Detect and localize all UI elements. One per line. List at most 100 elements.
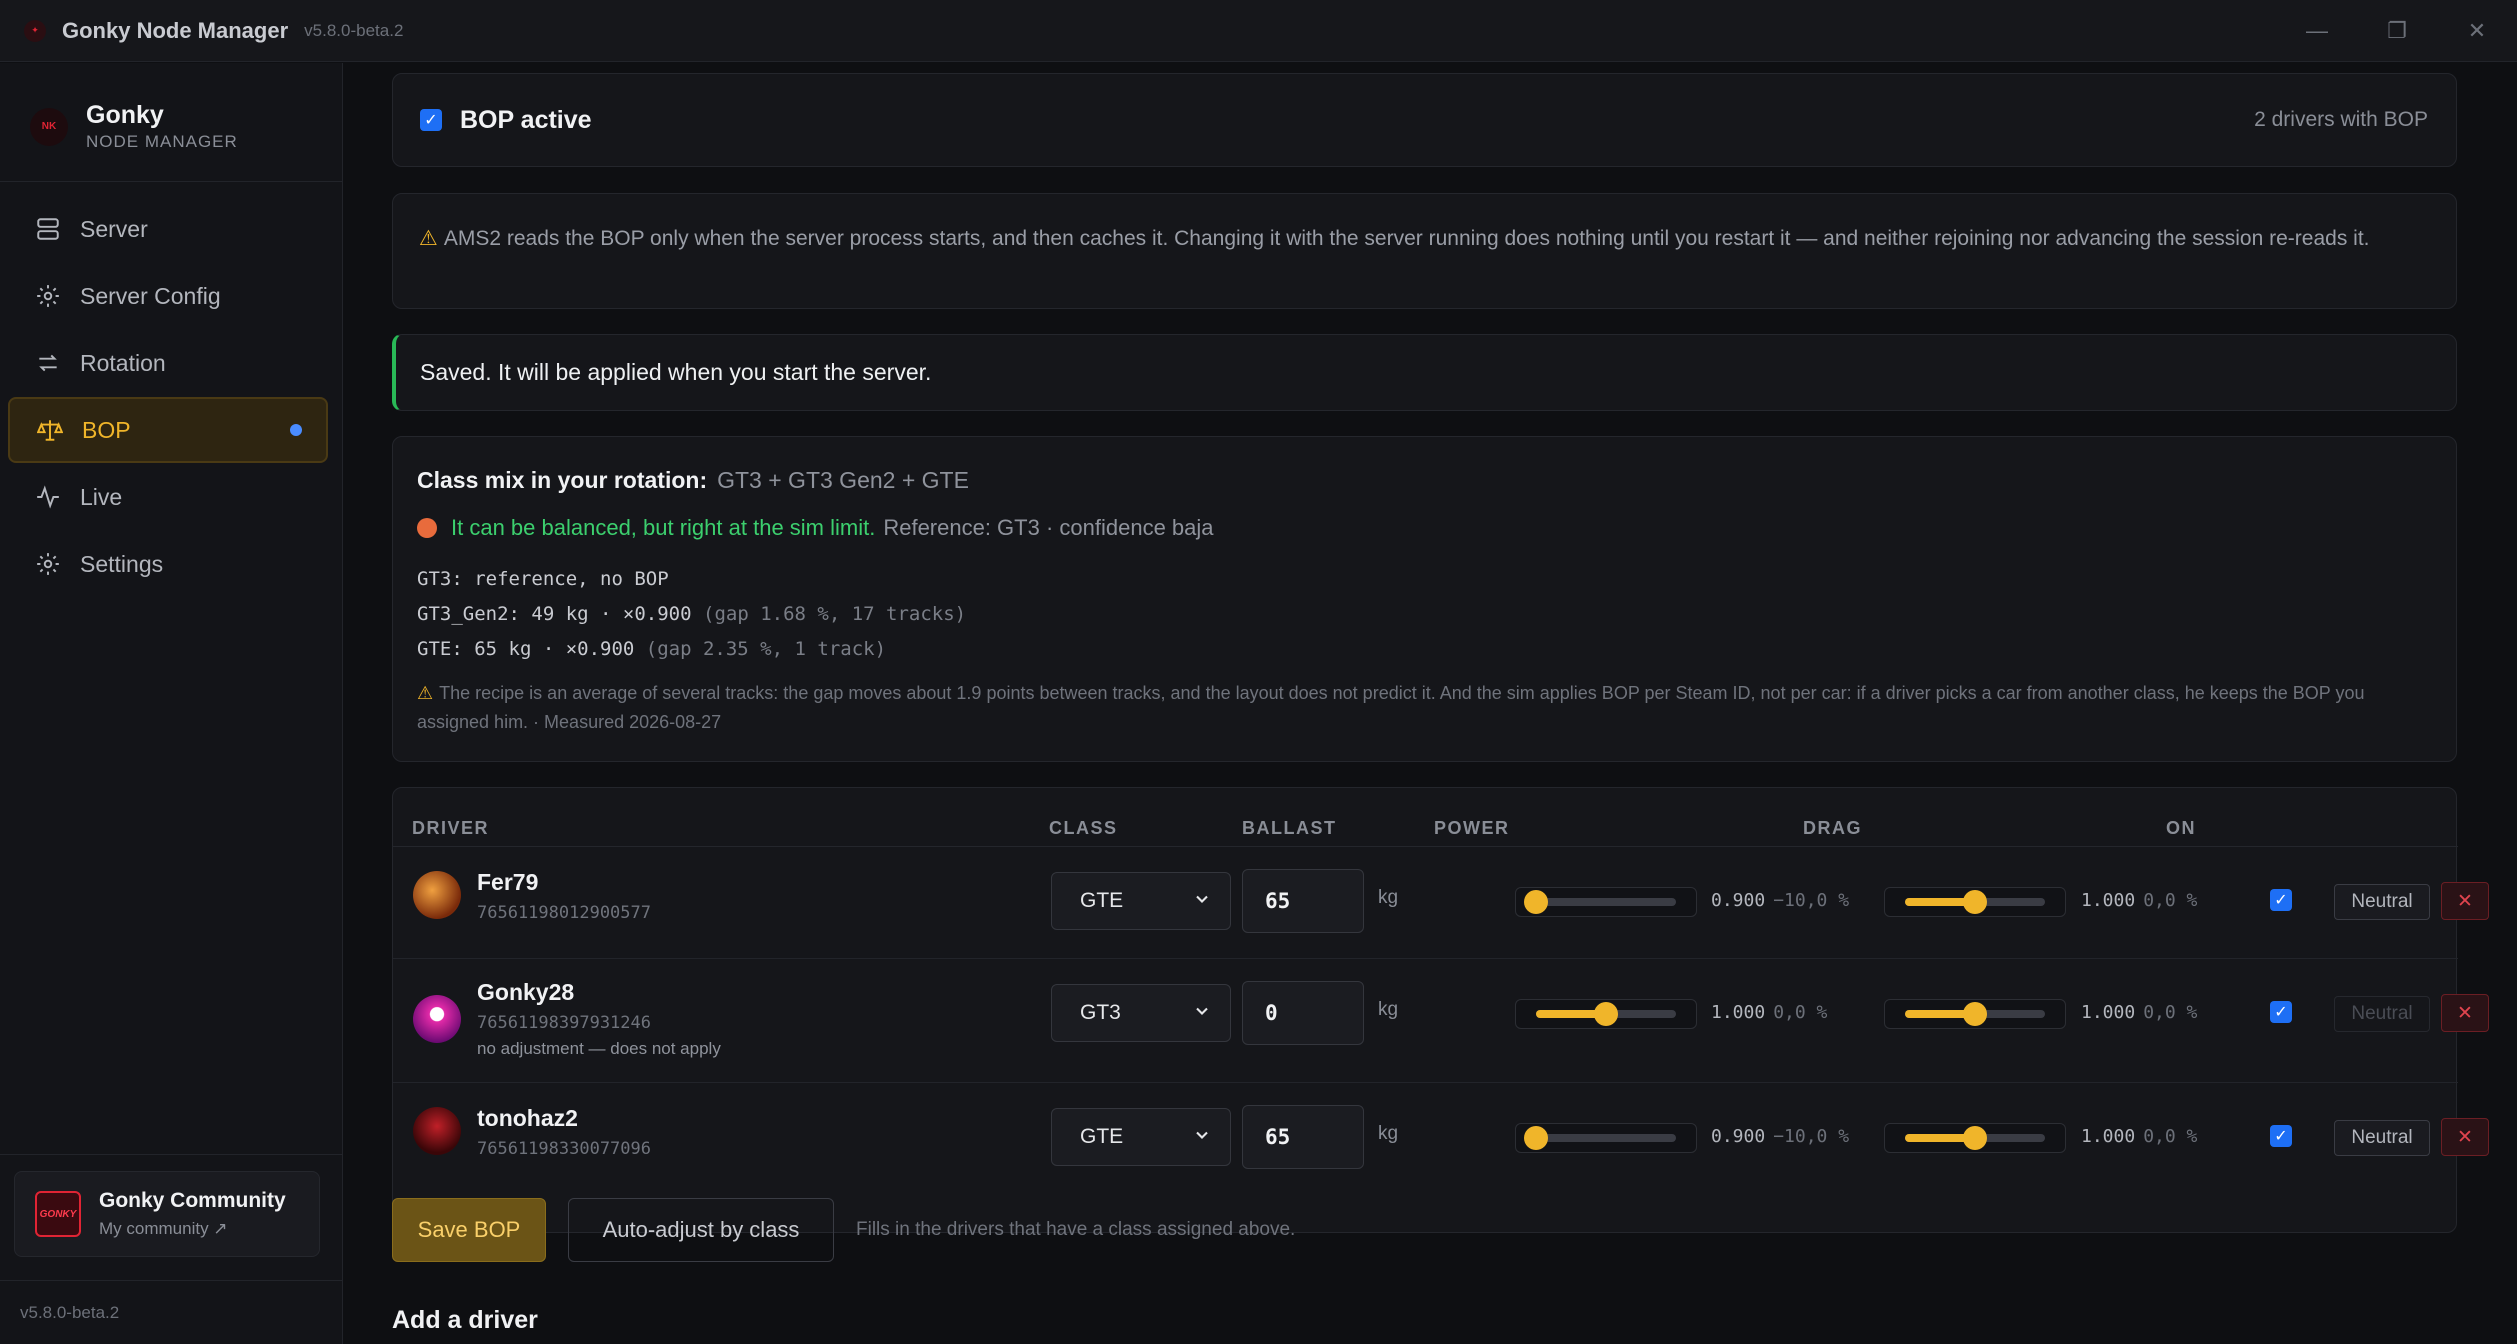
auto-adjust-button[interactable]: Auto-adjust by class: [568, 1198, 834, 1262]
close-icon: ✕: [2457, 1002, 2473, 1024]
power-slider[interactable]: [1515, 887, 1697, 917]
neutral-button[interactable]: Neutral: [2334, 884, 2430, 920]
sidebar: NK Gonky NODE MANAGER Server Server Conf…: [0, 63, 343, 1344]
avatar: [413, 1107, 461, 1155]
sidebar-item-label: Live: [80, 483, 123, 510]
gear-icon: [34, 550, 62, 578]
ballast-unit: kg: [1378, 1123, 1399, 1144]
delete-button[interactable]: ✕: [2441, 994, 2489, 1032]
class-select[interactable]: GT3: [1051, 984, 1231, 1042]
sidebar-item-rotation[interactable]: Rotation: [8, 330, 328, 396]
slider-thumb[interactable]: [1524, 890, 1548, 914]
header-ballast: BALLAST: [1242, 818, 1337, 838]
sidebar-item-server-config[interactable]: Server Config: [8, 263, 328, 329]
class-mix-value: GT3 + GT3 Gen2 + GTE: [717, 467, 969, 493]
ballast-input[interactable]: 65: [1242, 1105, 1364, 1169]
auto-adjust-hint: Fills in the drivers that have a class a…: [856, 1219, 1296, 1240]
slider-thumb[interactable]: [1963, 1002, 1987, 1026]
neutral-button: Neutral: [2334, 996, 2430, 1032]
header-power: POWER: [1434, 818, 1510, 838]
sidebar-item-label: Rotation: [80, 349, 166, 376]
community-link[interactable]: My community ↗: [99, 1219, 286, 1239]
ballast-unit: kg: [1378, 887, 1399, 908]
header-on: ON: [2166, 818, 2196, 838]
slider-thumb[interactable]: [1594, 1002, 1618, 1026]
close-button[interactable]: ✕: [2437, 0, 2517, 62]
scale-icon: [36, 416, 64, 444]
main-content: ✓ BOP active 2 drivers with BOP ⚠ AMS2 re…: [344, 63, 2517, 1344]
bop-active-card: ✓ BOP active 2 drivers with BOP: [392, 73, 2457, 167]
on-checkbox[interactable]: ✓: [2270, 1001, 2292, 1023]
sidebar-item-label: BOP: [82, 416, 131, 443]
chevron-down-icon: [1196, 1007, 1208, 1015]
power-slider[interactable]: [1515, 1123, 1697, 1153]
table-row: Gonky28 76561198397931246 no adjustment …: [393, 959, 2489, 1083]
sidebar-item-label: Server Config: [80, 282, 221, 309]
chevron-down-icon: [1196, 1131, 1208, 1139]
header-class: CLASS: [1049, 818, 1118, 838]
drag-value: 1.000 0,0 %: [2081, 1002, 2198, 1023]
sidebar-item-label: Settings: [80, 550, 164, 577]
class-select[interactable]: GTE: [1051, 872, 1231, 930]
sidebar-item-bop[interactable]: BOP: [8, 397, 328, 463]
sidebar-version: v5.8.0-beta.2: [20, 1303, 120, 1322]
action-bar: Save BOP Auto-adjust by class Fills in t…: [392, 1198, 1295, 1262]
sidebar-item-live[interactable]: Live: [8, 464, 328, 530]
slider-thumb[interactable]: [1524, 1126, 1548, 1150]
class-mix-line: GT3: reference, no BOP: [417, 568, 669, 590]
class-select[interactable]: GTE: [1051, 1108, 1231, 1166]
sidebar-item-settings[interactable]: Settings: [8, 531, 328, 597]
avatar: [413, 871, 461, 919]
status-dot-icon: [417, 518, 437, 538]
avatar: [413, 995, 461, 1043]
minimize-button[interactable]: —: [2277, 0, 2357, 62]
title-bar: ✦ Gonky Node Manager v5.8.0-beta.2 — ❐ ✕: [0, 0, 2517, 62]
active-dot-icon: [290, 424, 302, 436]
saved-notice: Saved. It will be applied when you start…: [392, 334, 2457, 411]
neutral-button[interactable]: Neutral: [2334, 1120, 2430, 1156]
warning-icon: ⚠: [419, 227, 438, 250]
sidebar-divider: [0, 1280, 343, 1281]
drag-value: 1.000 0,0 %: [2081, 890, 2198, 911]
save-bop-button[interactable]: Save BOP: [392, 1198, 546, 1262]
status-text: It can be balanced, but right at the sim…: [451, 515, 876, 540]
sidebar-divider: [0, 181, 343, 182]
bop-active-label: BOP active: [460, 105, 592, 134]
pulse-icon: [34, 483, 62, 511]
class-select-value: GTE: [1080, 1125, 1124, 1148]
delete-button[interactable]: ✕: [2441, 882, 2489, 920]
brand-name: Gonky: [86, 101, 164, 129]
drivers-count: 2 drivers with BOP: [2254, 108, 2428, 131]
drag-slider[interactable]: [1884, 887, 2066, 917]
power-slider[interactable]: [1515, 999, 1697, 1029]
ballast-unit: kg: [1378, 999, 1399, 1020]
driver-steam-id: 76561198330077096: [477, 1139, 651, 1159]
class-mix-label: Class mix in your rotation:: [417, 467, 708, 493]
class-mix-note: ⚠ The recipe is an average of several tra…: [417, 679, 2427, 737]
class-mix-line: GTE: 65 kg · ×0.900 (gap 2.35 %, 1 track…: [417, 638, 887, 660]
ballast-input[interactable]: 65: [1242, 869, 1364, 933]
class-mix-card: Class mix in your rotation: GT3 + GT3 Gen…: [392, 436, 2457, 762]
rotation-icon: [34, 349, 62, 377]
sidebar-item-server[interactable]: Server: [8, 196, 328, 262]
ballast-input[interactable]: 0: [1242, 981, 1364, 1045]
maximize-button[interactable]: ❐: [2357, 0, 2437, 62]
class-select-value: GTE: [1080, 889, 1124, 912]
power-value: 1.000 0,0 %: [1711, 1002, 1828, 1023]
slider-thumb[interactable]: [1963, 890, 1987, 914]
app-logo-icon: ✦: [24, 19, 46, 42]
delete-button[interactable]: ✕: [2441, 1118, 2489, 1156]
power-value: 0.900 −10,0 %: [1711, 1126, 1850, 1147]
driver-steam-id: 76561198397931246: [477, 1013, 651, 1033]
brand-logo-icon: NK: [30, 107, 68, 146]
slider-thumb[interactable]: [1963, 1126, 1987, 1150]
on-checkbox[interactable]: ✓: [2270, 889, 2292, 911]
drag-slider[interactable]: [1884, 999, 2066, 1029]
drag-slider[interactable]: [1884, 1123, 2066, 1153]
community-card[interactable]: GONKY Gonky Community My community ↗: [14, 1171, 320, 1257]
status-reference: Reference: GT3 · confidence baja: [883, 515, 1214, 540]
close-icon: ✕: [2457, 1126, 2473, 1148]
on-checkbox[interactable]: ✓: [2270, 1125, 2292, 1147]
drag-value: 1.000 0,0 %: [2081, 1126, 2198, 1147]
bop-active-checkbox[interactable]: ✓: [420, 109, 442, 131]
